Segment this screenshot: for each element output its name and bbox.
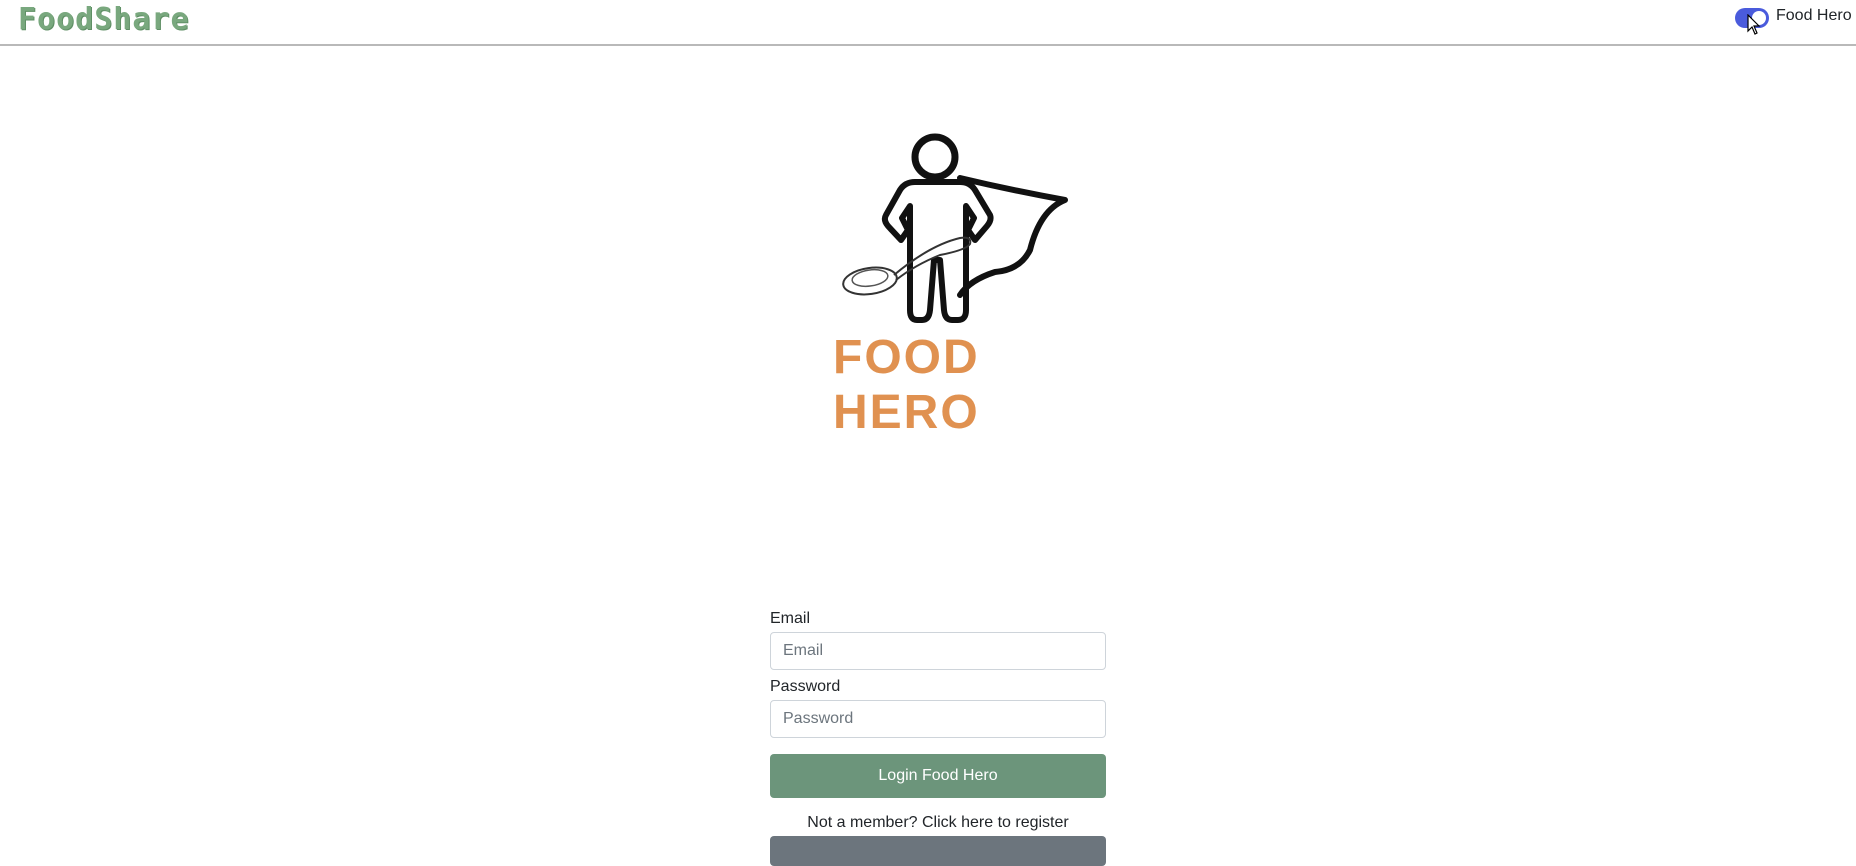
password-label: Password xyxy=(770,678,841,695)
email-input[interactable] xyxy=(770,632,1106,670)
brand-logo[interactable]: FoodShare xyxy=(18,2,190,37)
register-link[interactable]: Not a member? Click here to register xyxy=(770,814,1106,832)
register-button[interactable] xyxy=(770,836,1106,866)
email-label: Email xyxy=(770,610,811,627)
food-hero-logo-text: FOOD HERO xyxy=(833,331,980,439)
login-form: Email Password Login Food Hero xyxy=(770,610,1106,798)
navbar: FoodShare Food Hero xyxy=(0,0,1856,46)
role-toggle-label: Food Hero xyxy=(1776,7,1852,24)
mouse-pointer-icon xyxy=(1747,14,1761,35)
password-input[interactable] xyxy=(770,700,1106,738)
login-button[interactable]: Login Food Hero xyxy=(770,754,1106,798)
